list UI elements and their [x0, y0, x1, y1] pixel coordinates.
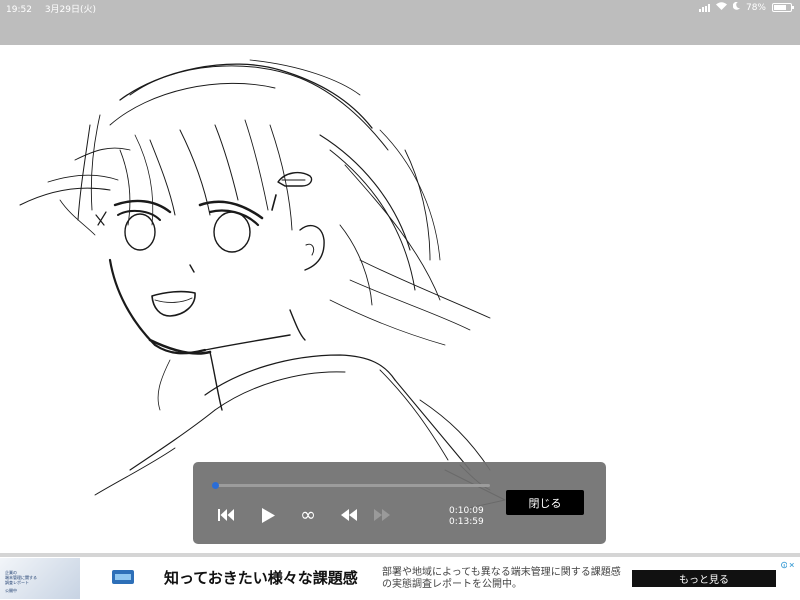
ad-thumb-line: 調査レポート [5, 580, 29, 585]
ad-banner[interactable]: 企業の 端末管理に関する 調査レポート 公開中 知っておきたい様々な課題感 部署… [0, 557, 800, 600]
play-icon [260, 507, 276, 524]
fast-forward-button[interactable] [371, 504, 393, 526]
signal-icon [698, 3, 710, 12]
skip-to-start-icon [217, 507, 235, 523]
rewind-icon [340, 507, 358, 523]
close-button[interactable]: 閉じる [506, 490, 584, 515]
rewind-button[interactable] [338, 504, 360, 526]
progress-handle[interactable] [212, 482, 219, 489]
status-right: 78% [698, 1, 794, 13]
status-left: 19:52 3月29日(火) [6, 2, 106, 15]
battery-icon [772, 3, 794, 12]
moon-icon [732, 1, 740, 13]
battery-percent: 78% [745, 2, 766, 13]
ad-more-button[interactable]: もっと見る [632, 570, 776, 587]
ad-logo-icon [112, 570, 134, 584]
loop-icon: ∞ [300, 504, 316, 526]
ad-headline[interactable]: 知っておきたい様々な課題感 [164, 567, 358, 588]
total-time: 0:13:59 [449, 517, 484, 527]
playback-panel: ∞ 0:10:09 0:13:59 閉じる [193, 462, 606, 544]
ad-thumb-line: 公開中 [5, 588, 17, 593]
status-bar: 19:52 3月29日(火) 78% [0, 0, 800, 45]
current-time: 0:10:09 [449, 506, 484, 516]
skip-to-start-button[interactable] [215, 504, 237, 526]
status-time: 19:52 [6, 5, 32, 15]
wifi-icon [715, 2, 727, 13]
fast-forward-icon [373, 507, 391, 523]
ad-choices-icon[interactable] [781, 559, 795, 570]
time-display: 0:10:09 0:13:59 [449, 506, 484, 528]
ad-body-text[interactable]: 部署や地域によっても異なる端末管理に関する課題感の実態調査レポートを公開中。 [382, 567, 622, 591]
ad-thumbnail[interactable]: 企業の 端末管理に関する 調査レポート 公開中 [0, 558, 80, 599]
status-date: 3月29日(火) [44, 5, 97, 15]
progress-track[interactable] [212, 482, 490, 489]
battery-fill [774, 5, 786, 10]
play-button[interactable] [257, 504, 279, 526]
loop-button[interactable]: ∞ [297, 504, 319, 526]
